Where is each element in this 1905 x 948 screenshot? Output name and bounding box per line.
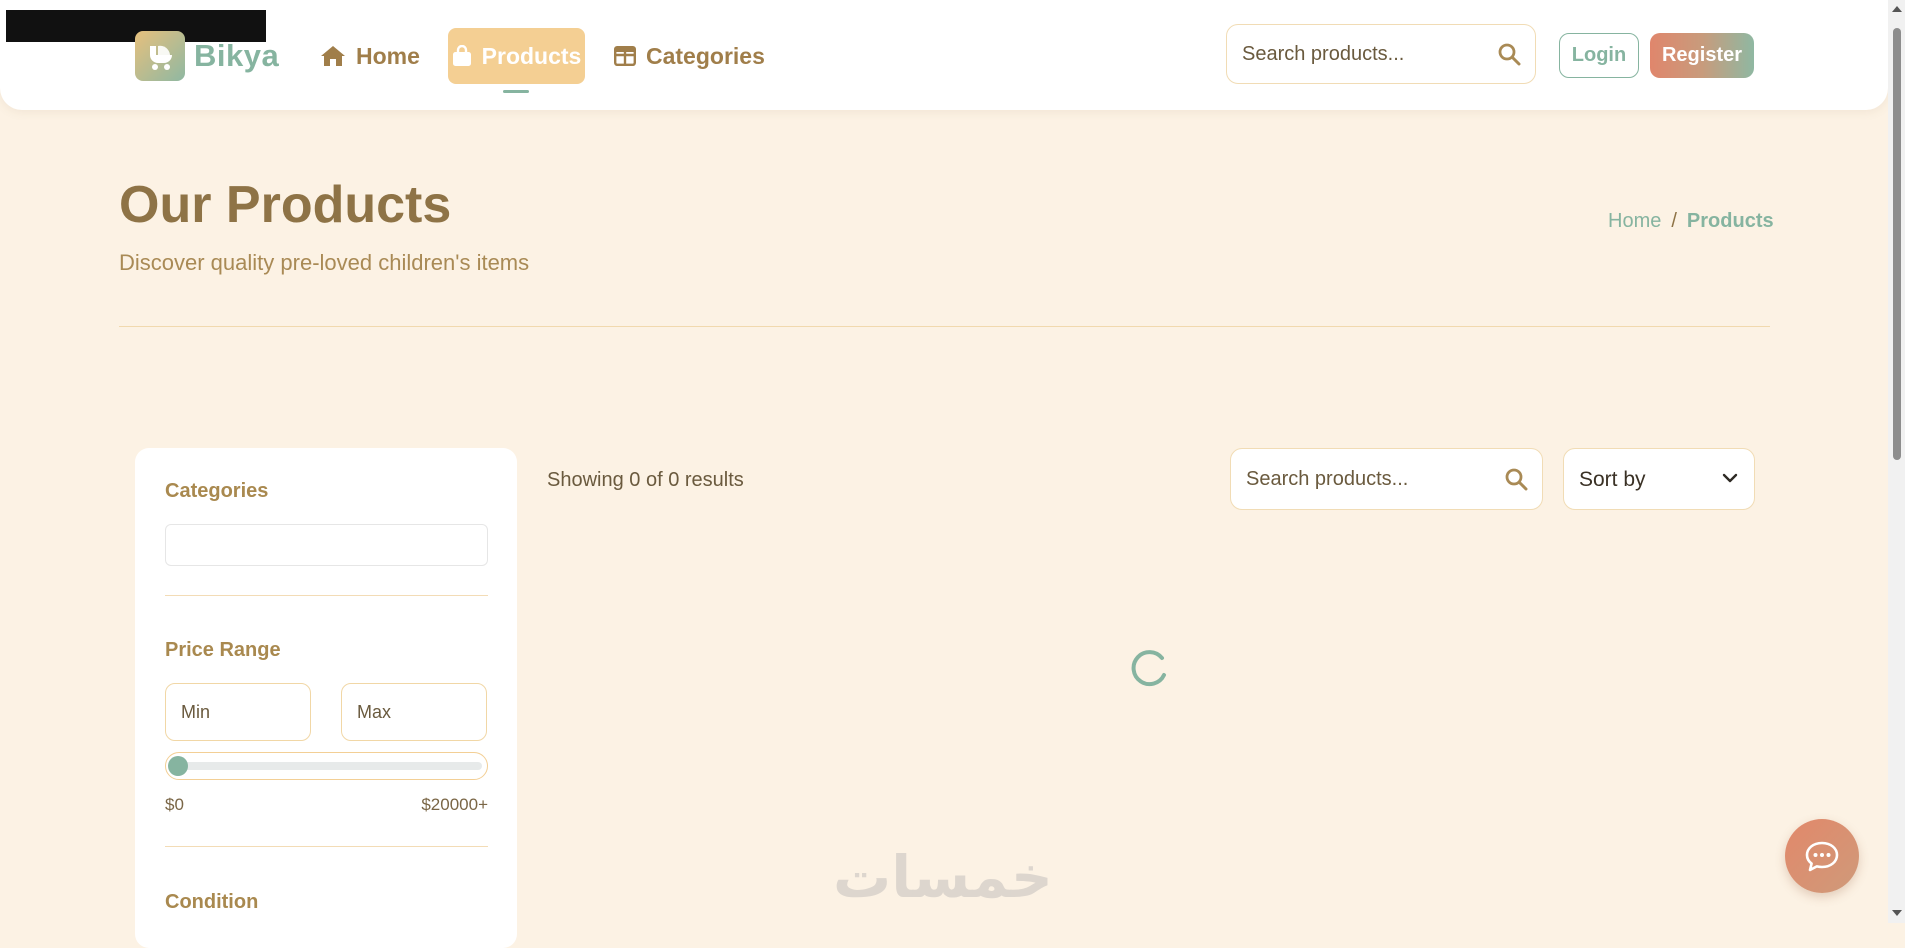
header-search — [1226, 24, 1536, 84]
categories-select[interactable] — [165, 524, 488, 566]
price-max-input[interactable] — [357, 684, 467, 740]
filters-sidebar: Categories Price Range $0 $20000+ Condit… — [135, 448, 517, 948]
price-min-field — [165, 683, 311, 741]
nav-products-label: Products — [481, 42, 582, 69]
sort-label: Sort by — [1579, 468, 1646, 491]
price-min-label: $0 — [165, 795, 184, 814]
logo-text[interactable]: Bikya — [194, 38, 279, 74]
shopping-bag-icon — [452, 45, 471, 66]
nav-active-indicator — [503, 90, 529, 93]
top-navbar: Bikya Home Products Categories Login Reg… — [0, 0, 1888, 110]
watermark: خمسات — [833, 845, 1053, 910]
product-search-input[interactable] — [1246, 449, 1476, 509]
header-search-input[interactable] — [1242, 25, 1472, 83]
scroll-down-arrow[interactable] — [1892, 910, 1902, 916]
search-icon[interactable] — [1497, 42, 1521, 66]
login-button[interactable]: Login — [1559, 33, 1639, 78]
price-max-label: $20000+ — [421, 795, 488, 814]
register-button[interactable]: Register — [1650, 33, 1754, 78]
chat-button[interactable] — [1785, 819, 1859, 893]
condition-heading: Condition — [165, 891, 259, 913]
stroller-icon — [150, 45, 172, 70]
grid-icon — [614, 46, 636, 66]
nav-products[interactable]: Products — [448, 28, 585, 84]
logo[interactable] — [135, 31, 185, 81]
home-icon — [321, 46, 345, 66]
price-min-input[interactable] — [181, 684, 291, 740]
price-slider-track — [170, 762, 482, 770]
chat-icon — [1805, 841, 1839, 872]
filter-divider — [165, 846, 488, 847]
nav-categories[interactable]: Categories — [614, 28, 765, 84]
chevron-down-icon — [1722, 473, 1738, 483]
breadcrumb: Home / Products — [1608, 210, 1774, 233]
breadcrumb-separator: / — [1671, 210, 1677, 232]
results-count: Showing 0 of 0 results — [547, 469, 744, 491]
spinner-icon — [1131, 650, 1166, 687]
page-subtitle: Discover quality pre-loved children's it… — [119, 250, 530, 275]
price-slider[interactable] — [165, 752, 488, 780]
product-search — [1230, 448, 1543, 510]
price-max-field — [341, 683, 487, 741]
section-divider — [119, 326, 1770, 327]
filter-divider — [165, 595, 488, 596]
sort-select[interactable]: Sort by — [1563, 448, 1755, 510]
price-slider-handle[interactable] — [168, 756, 188, 776]
breadcrumb-current: Products — [1686, 210, 1774, 232]
page-title: Our Products — [119, 176, 452, 234]
nav-categories-label: Categories — [646, 42, 765, 69]
search-icon[interactable] — [1504, 467, 1528, 491]
price-range-heading: Price Range — [165, 639, 281, 661]
nav-home[interactable]: Home — [320, 28, 420, 84]
breadcrumb-home[interactable]: Home — [1608, 210, 1661, 233]
scroll-up-arrow[interactable] — [1892, 6, 1902, 12]
categories-heading: Categories — [165, 480, 269, 502]
scrollbar-thumb[interactable] — [1893, 28, 1901, 460]
nav-home-label: Home — [356, 42, 420, 69]
